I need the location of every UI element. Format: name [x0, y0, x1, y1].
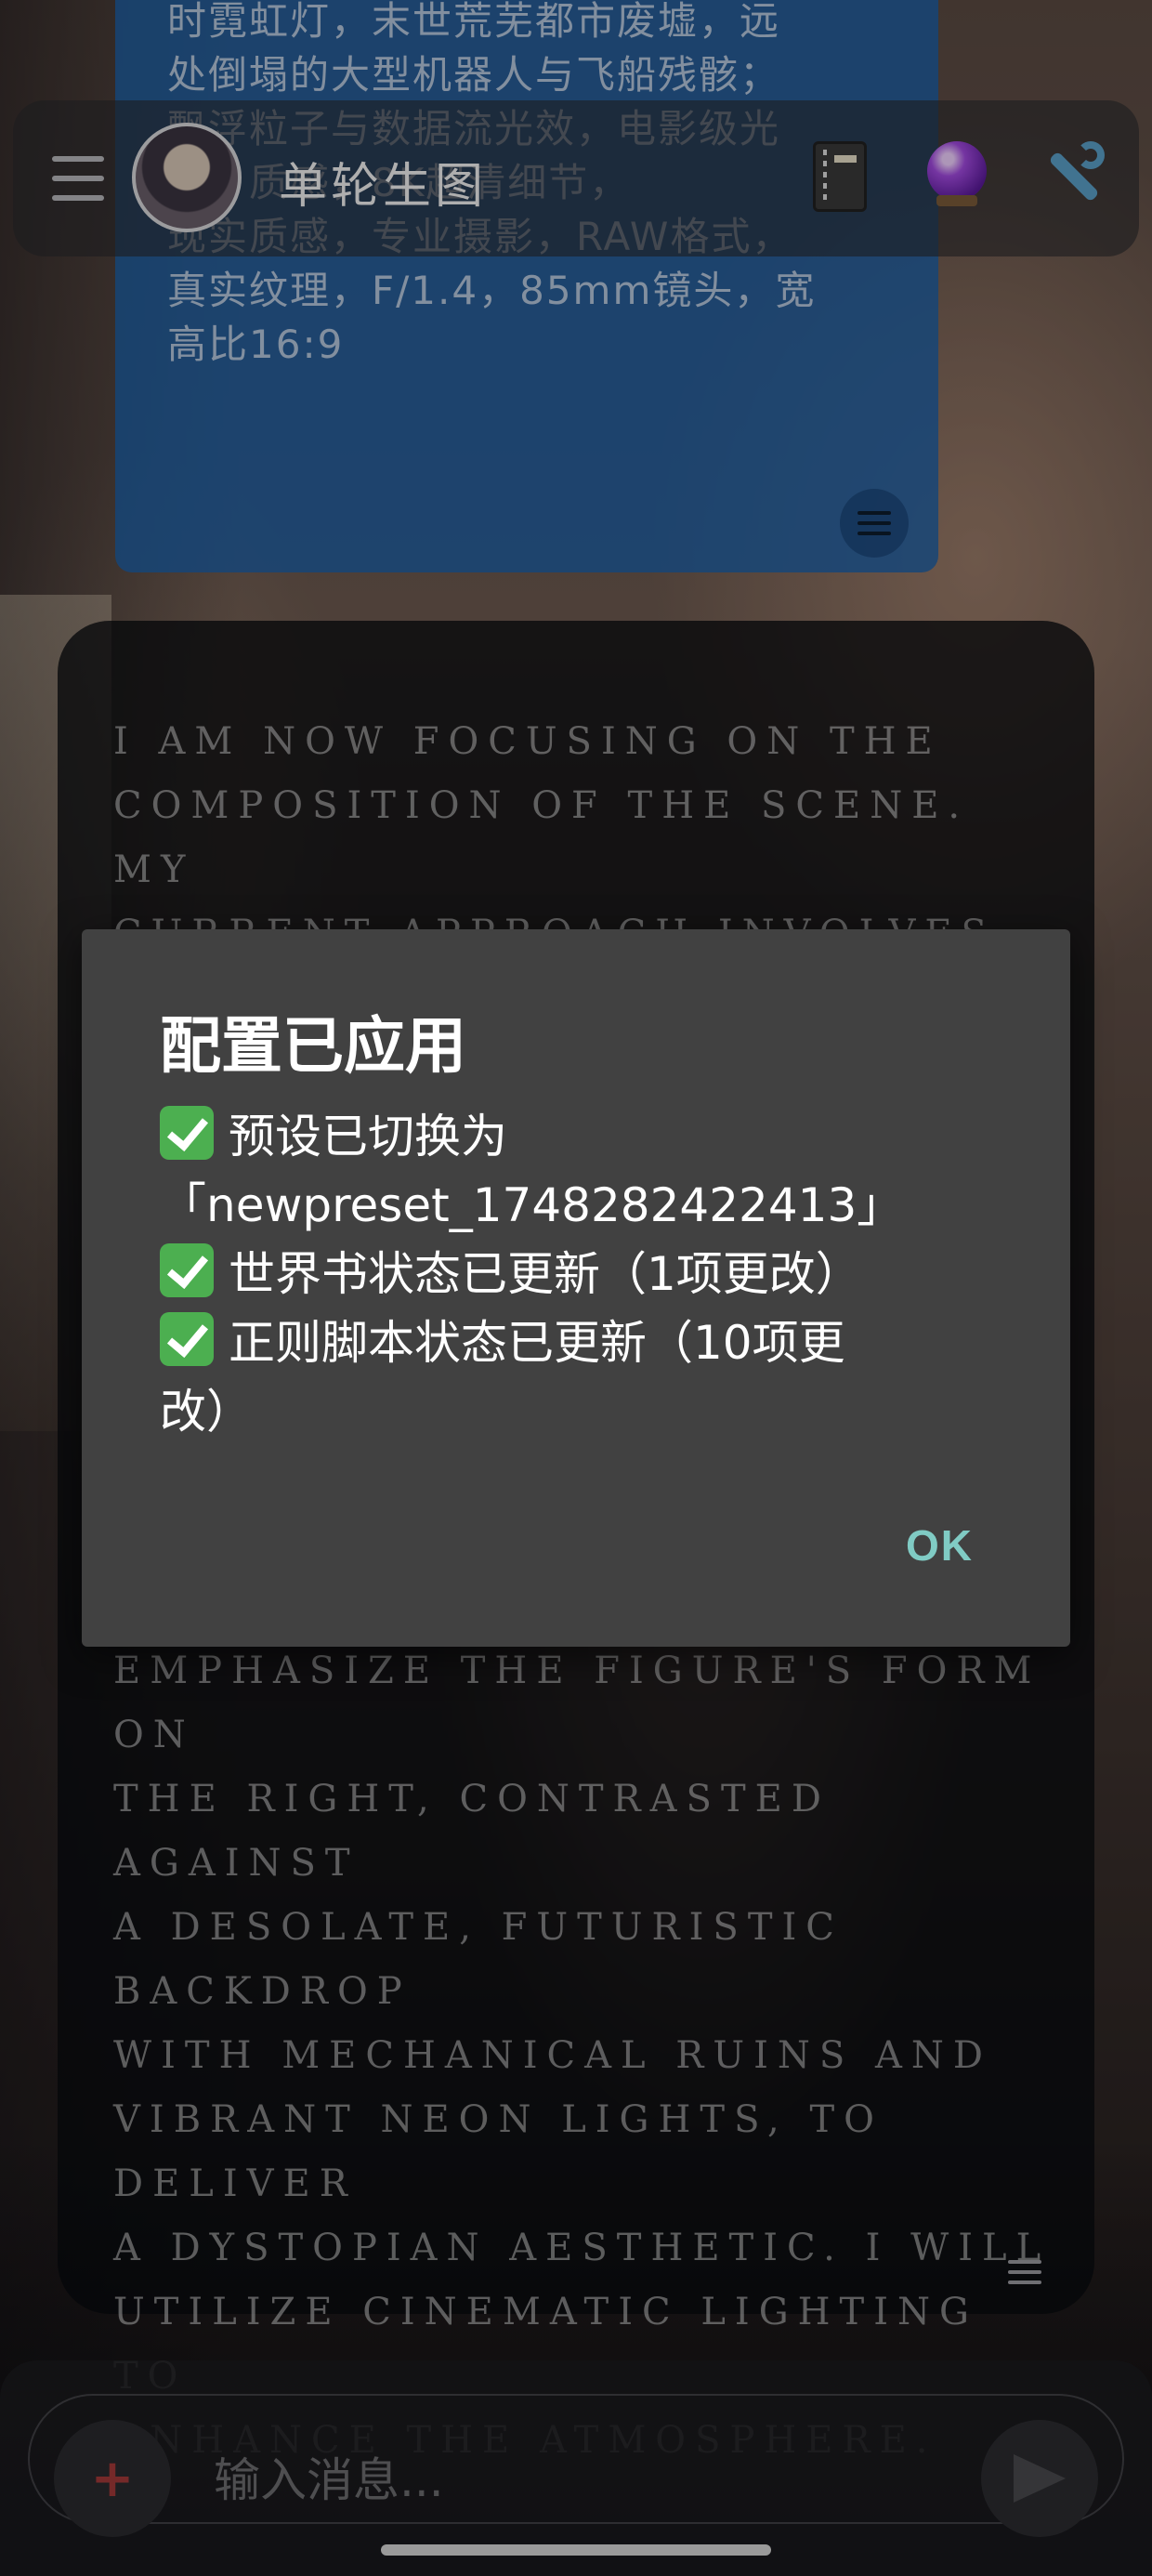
dialog-line-regex: 正则脚本状态已更新（10项更 改） — [160, 1308, 996, 1446]
check-mark-icon — [160, 1243, 214, 1297]
dialog-body: 预设已切换为 「newpreset_1748282422413」 世界书状态已更… — [160, 1102, 996, 1446]
dialog-line-worldbook-text: 世界书状态已更新（1项更改） — [229, 1247, 862, 1301]
dialog-line-regex-text: 正则脚本状态已更新（10项更 改） — [160, 1316, 845, 1439]
dialog-line-preset-text: 预设已切换为 「newpreset_1748282422413」 — [160, 1110, 904, 1232]
dialog-title: 配置已应用 — [160, 1010, 466, 1082]
dialog-line-worldbook: 世界书状态已更新（1项更改） — [160, 1240, 996, 1308]
config-applied-dialog: 配置已应用 预设已切换为 「newpreset_1748282422413」 世… — [82, 929, 1070, 1647]
ok-button[interactable]: OK — [906, 1520, 974, 1571]
dialog-line-preset: 预设已切换为 「newpreset_1748282422413」 — [160, 1102, 996, 1240]
check-mark-icon — [160, 1312, 214, 1366]
check-mark-icon — [160, 1106, 214, 1160]
